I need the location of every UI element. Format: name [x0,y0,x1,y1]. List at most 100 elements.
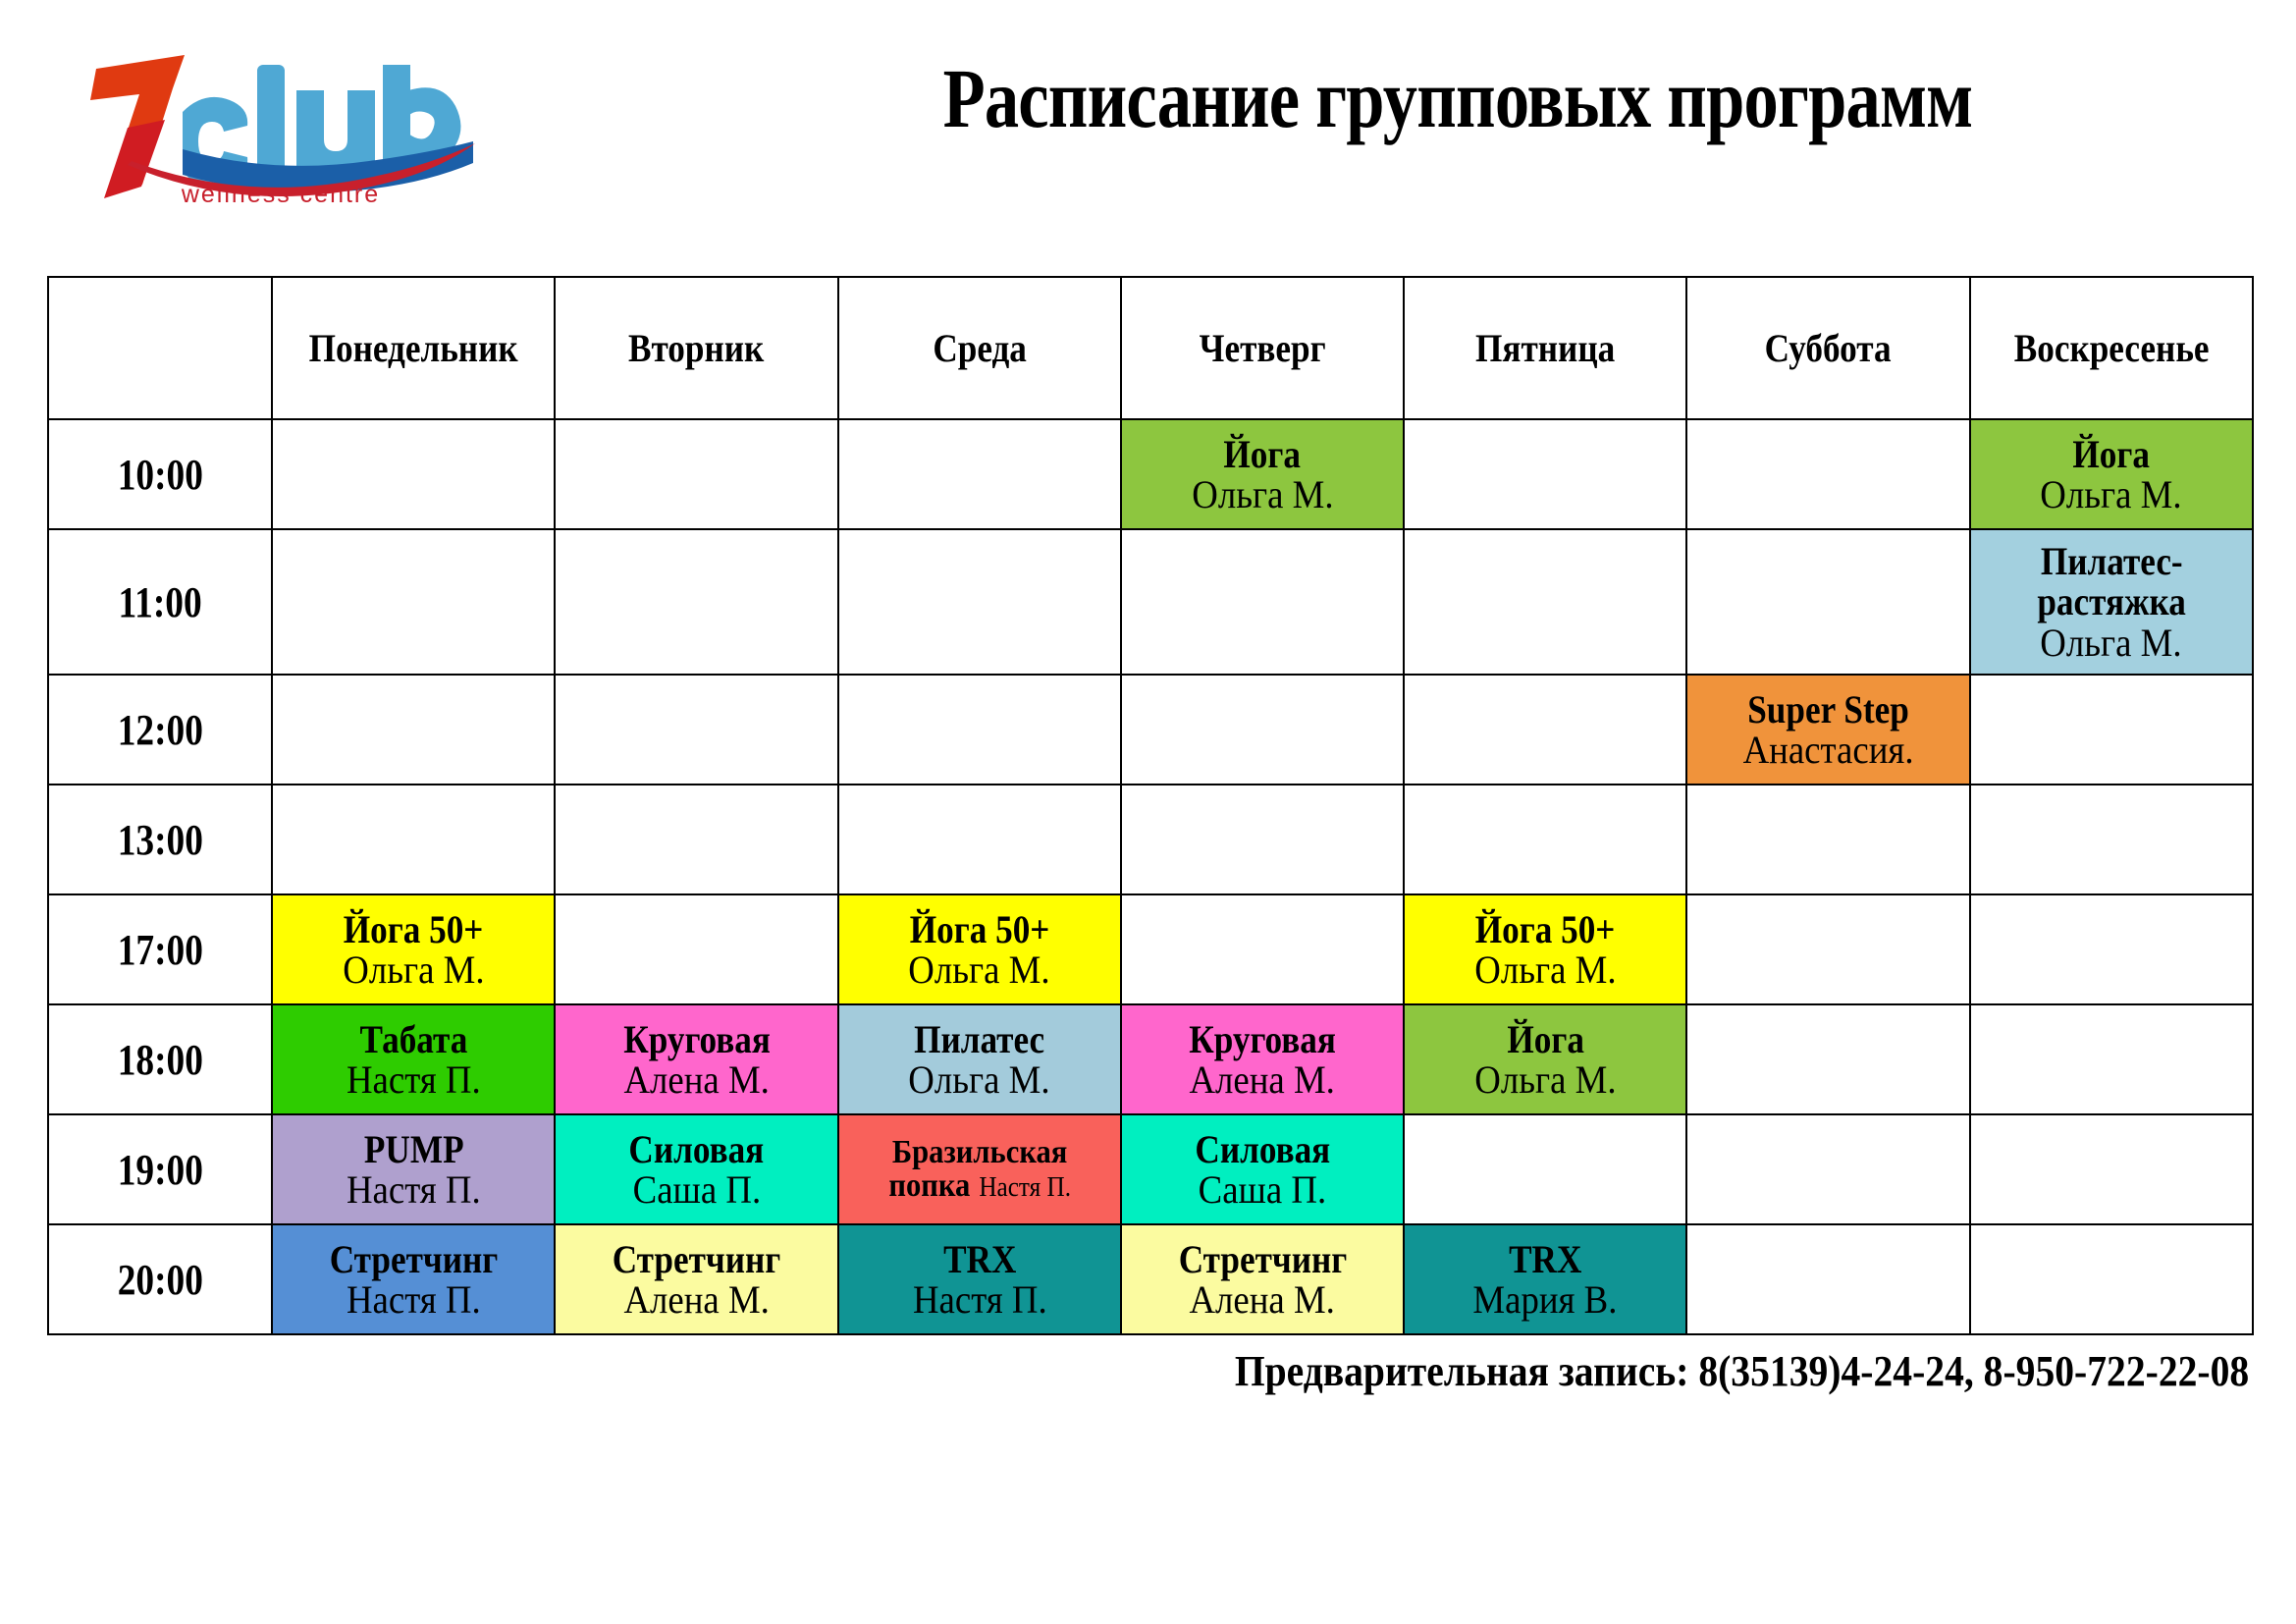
table-row: 20:00 Стретчинг Настя П. Стретчинг Алена М. T… [46,1223,2255,1335]
logo-graphic: wellness centre [90,55,475,208]
class-slot[interactable]: Стретчинг Настя П. [271,1223,557,1335]
class-name: Super Step [1747,686,1909,731]
empty-slot [836,784,1122,895]
class-name: Йога 50+ [909,906,1050,951]
table-row: 18:00 Табата Настя П. Круговая Алена М. Пилат… [46,1003,2255,1115]
class-name-cont: попка [887,1167,971,1204]
empty-slot [836,528,1122,676]
logo-seven-lower [104,120,165,198]
time-label-cell: 18:00 [46,1003,274,1115]
header-day-label: Суббота [1765,326,1893,370]
instructor-name: Настя П. [912,1277,1047,1322]
class-chip: Стретчинг Настя П. [273,1236,554,1322]
class-name: Йога [2072,431,2151,476]
class-slot[interactable]: Силовая Саша П. [1119,1113,1406,1225]
class-name: Йога 50+ [1475,906,1616,951]
time-label-cell: 20:00 [46,1223,274,1335]
class-chip: Круговая Алена М. [556,1019,836,1101]
class-chip: Йога 50+ Ольга М. [273,906,554,991]
class-slot[interactable]: Круговая Алена М. [1119,1003,1406,1115]
empty-slot [271,784,557,895]
empty-slot [1968,1223,2255,1335]
time-label: 18:00 [117,1035,203,1084]
class-slot[interactable]: Йога 50+ Ольга М. [271,893,557,1005]
class-slot[interactable]: Йога 50+ Ольга М. [1403,893,1688,1005]
schedule-table-wrapper: Понедельник Вторник Среда Четверг Пятниц… [46,276,2255,1335]
class-slot[interactable]: Йога Ольга М. [1403,1003,1688,1115]
page-header: wellness centre Расписание групповых про… [0,0,2296,245]
class-name: Пилатес- [2040,539,2183,584]
table-row: 13:00 [46,784,2255,895]
time-label: 13:00 [117,815,203,864]
class-name: Стретчинг [329,1236,499,1281]
class-slot[interactable]: Йога Ольга М. [1119,418,1406,530]
instructor-name: Алена М. [623,1277,770,1322]
class-slot[interactable]: Йога Ольга М. [1968,418,2255,530]
empty-slot [1685,418,1971,530]
class-slot[interactable]: PUMP Настя П. [271,1113,557,1225]
instructor-name: Алена М. [1189,1277,1336,1322]
header-day-label: Пятница [1475,326,1616,370]
empty-slot [554,674,839,785]
class-slot[interactable]: Пилатес-растяжка Ольга М. [1968,528,2255,676]
header-time-corner [46,276,274,420]
class-slot[interactable]: Табата Настя П. [271,1003,557,1115]
time-label-cell: 19:00 [46,1113,274,1225]
class-name: Йога [1223,431,1302,476]
empty-slot [554,528,839,676]
instructor-name: Мария В. [1472,1277,1618,1322]
table-row: 19:00 PUMP Настя П. Силовая Саша П. Бразильск… [46,1113,2255,1225]
class-chip: Пилатес-растяжка Ольга М. [1971,541,2252,663]
empty-slot [1403,528,1688,676]
time-label: 17:00 [117,925,203,974]
time-label: 10:00 [117,450,203,499]
time-label-cell: 11:00 [46,528,274,676]
header-day-thursday: Четверг [1119,276,1406,420]
class-slot[interactable]: Силовая Саша П. [554,1113,839,1225]
instructor-name: Настя П. [346,1057,481,1102]
table-row: 11:00 Пилатес-растяжка Ольга М. [46,528,2255,676]
instructor-name: Саша П. [1198,1167,1327,1212]
class-slot[interactable]: Круговая Алена М. [554,1003,839,1115]
class-name: Стретчинг [612,1236,781,1281]
empty-slot [271,674,557,785]
time-label-cell: 17:00 [46,893,274,1005]
class-chip: Табата Настя П. [273,1019,554,1102]
header-day-monday: Понедельник [271,276,557,420]
class-name: Йога 50+ [344,906,484,951]
class-slot[interactable]: Стретчинг Алена М. [554,1223,839,1335]
empty-slot [1403,418,1688,530]
class-name: PUMP [363,1126,464,1171]
empty-slot [1403,1113,1688,1225]
time-label-cell: 12:00 [46,674,274,785]
class-chip: Бразильская попка Настя П. [839,1136,1120,1203]
class-slot[interactable]: TRX Настя П. [836,1223,1122,1335]
instructor-name: Настя П. [346,1277,481,1322]
empty-slot [1968,1003,2255,1115]
page-title: Расписание групповых программ [942,51,1974,145]
header-day-label: Воскресенье [2013,326,2210,370]
club-logo: wellness centre [88,47,481,209]
class-slot[interactable]: Йога 50+ Ольга М. [836,893,1122,1005]
instructor-name: Настя П. [979,1172,1071,1203]
header-day-saturday: Суббота [1685,276,1971,420]
empty-slot [1119,893,1406,1005]
class-chip: Йога 50+ Ольга М. [1405,906,1685,991]
instructor-name: Ольга М. [2040,472,2182,516]
class-chip: Круговая Алена М. [1122,1019,1403,1101]
instructor-name: Ольга М. [908,1057,1050,1102]
class-name: Силовая [1195,1126,1330,1171]
empty-slot [1119,784,1406,895]
class-slot[interactable]: Стретчинг Алена М. [1119,1223,1406,1335]
schedule-page: wellness centre Расписание групповых про… [0,0,2296,1624]
class-slot[interactable]: Пилатес Ольга М. [836,1003,1122,1115]
header-day-label: Четверг [1199,326,1326,370]
class-slot[interactable]: TRX Мария В. [1403,1223,1688,1335]
class-slot[interactable]: Бразильская попка Настя П. [836,1113,1122,1225]
empty-slot [1968,1113,2255,1225]
instructor-name: Настя П. [346,1167,481,1212]
empty-slot [1685,1003,1971,1115]
class-chip: Силовая Саша П. [1122,1126,1403,1212]
class-slot[interactable]: Super Step Анастасия. [1685,674,1971,785]
class-chip: TRX Настя П. [839,1239,1120,1322]
